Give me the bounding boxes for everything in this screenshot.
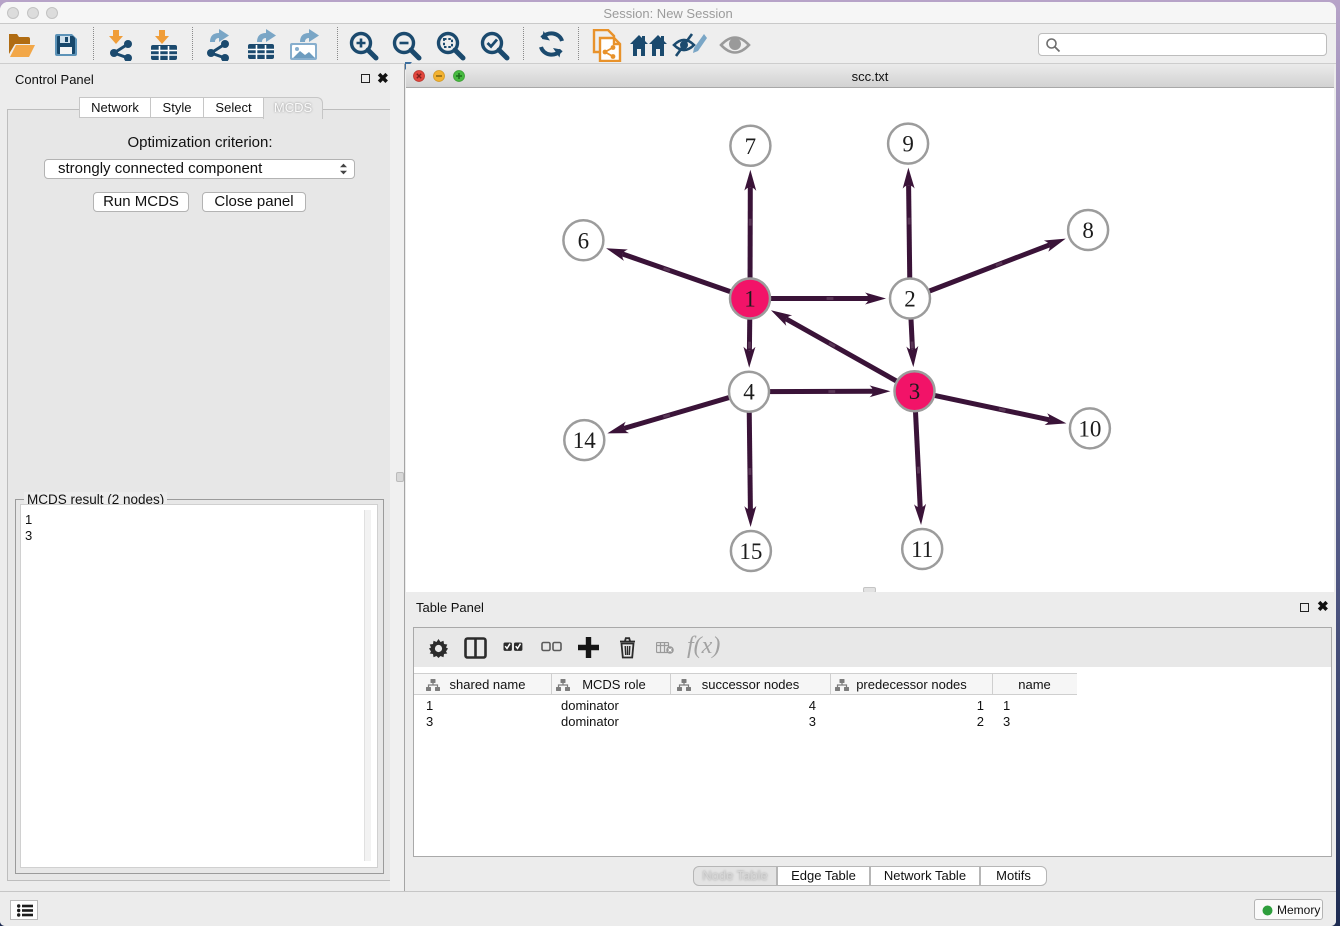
- svg-text:4: 4: [743, 380, 755, 405]
- svg-text:2: 2: [904, 287, 916, 312]
- svg-text:14: 14: [573, 428, 597, 453]
- svg-text:8: 8: [1082, 218, 1094, 243]
- svg-text:3: 3: [909, 379, 921, 404]
- svg-text:10: 10: [1078, 416, 1101, 441]
- svg-text:6: 6: [578, 228, 590, 253]
- svg-text:11: 11: [911, 537, 933, 562]
- svg-text:1: 1: [744, 287, 756, 312]
- svg-text:7: 7: [745, 134, 757, 159]
- svg-text:9: 9: [902, 132, 914, 157]
- svg-text:15: 15: [739, 539, 762, 564]
